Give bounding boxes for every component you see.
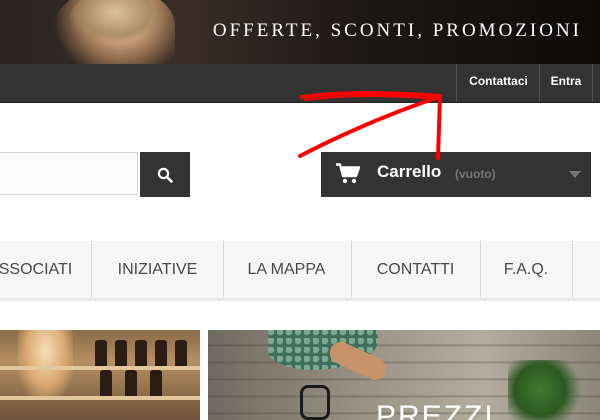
chevron-down-icon[interactable] (569, 171, 581, 178)
boot (115, 340, 127, 366)
contact-link[interactable]: Contattaci (456, 64, 540, 102)
top-nav-bar: Contattaci Entra (0, 64, 600, 103)
header-banner: OFFERTE, SCONTI, PROMOZIONI (0, 0, 600, 64)
shelf (0, 366, 200, 370)
search-input[interactable] (0, 152, 138, 195)
promo-text: PREZZI (376, 400, 495, 420)
shelf (0, 396, 200, 400)
cart-status: (vuoto) (455, 167, 496, 181)
search-icon (157, 167, 173, 183)
plant (508, 360, 588, 420)
menu-item-la-mappa[interactable]: LA MAPPA (222, 241, 352, 298)
cart-label: Carrello (377, 162, 442, 181)
boot (100, 370, 112, 396)
menu-item-associati[interactable]: SSOCIATI (0, 241, 92, 298)
main-menu: SSOCIATI INIZIATIVE LA MAPPA CONTATTI F.… (0, 241, 600, 301)
shop-interior-image[interactable] (0, 330, 200, 420)
boot (155, 340, 167, 366)
promo-banner-image[interactable]: PREZZI (208, 330, 600, 420)
boot (150, 370, 162, 396)
boot (125, 370, 137, 396)
menu-item-iniziative[interactable]: INIZIATIVE (91, 241, 224, 298)
login-link[interactable]: Entra (539, 64, 593, 102)
lamp-glow (18, 330, 73, 400)
menu-item-faq[interactable]: F.A.Q. (480, 241, 573, 298)
boot (95, 340, 107, 366)
boot (175, 340, 187, 366)
banner-title: OFFERTE, SCONTI, PROMOZIONI (212, 20, 582, 41)
search-button[interactable] (140, 152, 190, 197)
menu-item-contatti[interactable]: CONTATTI (351, 241, 481, 298)
boot (135, 340, 147, 366)
cart-button[interactable]: Carrello (vuoto) (321, 152, 591, 197)
shoe (300, 385, 330, 420)
cart-icon (336, 163, 360, 184)
